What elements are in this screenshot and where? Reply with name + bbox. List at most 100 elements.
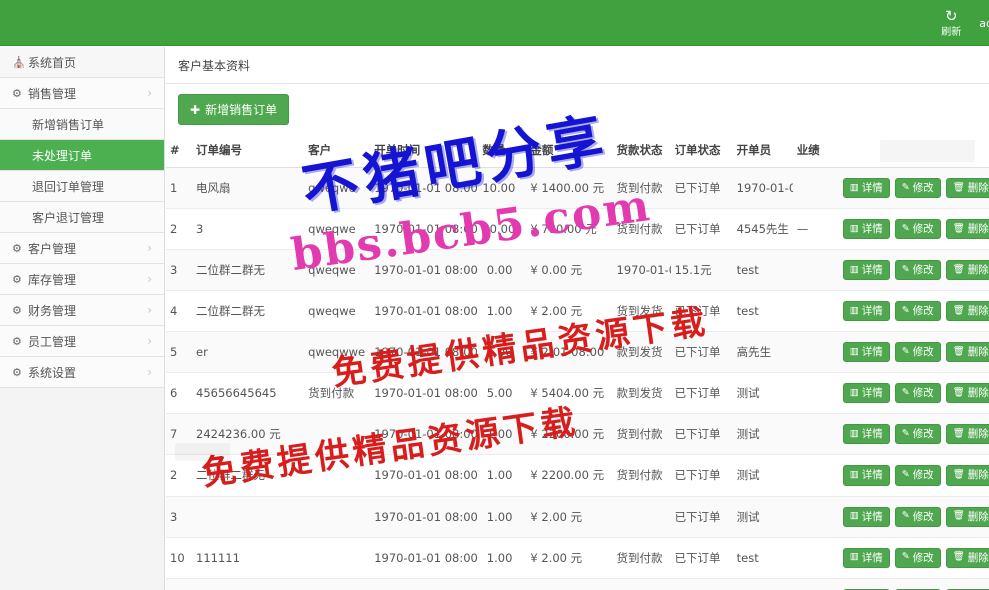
- column-header-quantity[interactable]: 数量: [478, 133, 527, 168]
- cell-index: 7: [166, 413, 193, 456]
- edit-button-label: 修改: [912, 264, 934, 277]
- detail-button[interactable]: ▥详情: [842, 301, 890, 322]
- cell-order-time: 1970-01-01 08:00: [370, 208, 479, 251]
- cell-clerk: 测试: [732, 372, 793, 415]
- detail-button-label: 详情: [861, 387, 883, 400]
- sidebar-item-label: 新增销售订单: [32, 117, 105, 132]
- edit-button-label: 修改: [912, 469, 934, 482]
- user-account-label[interactable]: ad: [979, 17, 989, 30]
- sidebar-item-label: 财务管理: [28, 303, 77, 318]
- table-row[interactable]: 3 1970-01-01 08:00 1.00 ¥ 2.00 元已下订单 测试 ▥ 详情 ✎ 修…: [166, 496, 989, 538]
- edit-button[interactable]: ✎修改: [894, 424, 941, 445]
- edit-button[interactable]: ✎修改: [894, 465, 941, 486]
- sidebar-item-inventory-management[interactable]: ⚙ 库存管理 ›: [0, 264, 164, 295]
- column-header-order-time[interactable]: 开单时间: [370, 133, 479, 168]
- add-sales-order-button[interactable]: ✚ 新增销售订单: [178, 94, 290, 125]
- cell-index: 3: [166, 496, 193, 538]
- cell-order-no: 二位群二群无: [192, 454, 305, 497]
- cell-order-time: 1970-01-01 08:00: [370, 372, 479, 415]
- cell-index: 2: [166, 454, 193, 497]
- detail-button[interactable]: ▥详情: [842, 506, 890, 527]
- detail-button-label: 详情: [861, 346, 883, 359]
- gear-icon: ⚙: [12, 272, 22, 286]
- column-header-order-status[interactable]: 订单状态: [670, 133, 733, 168]
- trash-icon: 🗑: [952, 469, 965, 480]
- detail-button[interactable]: ▥详情: [842, 465, 890, 486]
- delete-button[interactable]: 🗑删除: [945, 260, 989, 281]
- table-row[interactable]: 10 111111 1970-01-01 08:00 1.00 ¥ 2.00 元货到付款…: [166, 537, 989, 579]
- sidebar-item-home[interactable]: ⛪ 系统首页: [0, 47, 164, 78]
- sidebar-item-returned-orders[interactable]: 退回订单管理: [0, 171, 164, 202]
- detail-button[interactable]: ▥详情: [842, 342, 890, 363]
- delete-button[interactable]: 🗑删除: [945, 424, 989, 445]
- delete-button[interactable]: 🗑删除: [945, 178, 989, 199]
- detail-button[interactable]: ▥详情: [842, 260, 890, 281]
- sidebar-item-customer-management[interactable]: ⚙ 客户管理 ›: [0, 233, 164, 264]
- cell-amount: ¥ 39.00 元: [526, 578, 613, 590]
- columns-icon: ▥: [849, 469, 859, 480]
- detail-button[interactable]: ▥详情: [842, 383, 890, 404]
- table-row[interactable]: 6 45656645645 货到付款 1970-01-01 08:00 5.00 ¥ 54…: [166, 372, 989, 415]
- detail-button[interactable]: ▥详情: [842, 547, 890, 568]
- edit-button[interactable]: ✎修改: [894, 219, 941, 240]
- cell-order-time: 1970-01-01 08:00: [370, 249, 479, 292]
- column-header-amount[interactable]: 金额: [526, 133, 613, 168]
- column-header-performance[interactable]: 业绩: [792, 133, 839, 168]
- edit-button[interactable]: ✎修改: [894, 260, 941, 281]
- column-header-order-no[interactable]: 订单编号: [192, 133, 305, 168]
- cell-operations: ▥详情✎修改🗑删除: [838, 578, 989, 590]
- delete-button[interactable]: 🗑删除: [945, 301, 989, 322]
- sidebar-item-staff-management[interactable]: ⚙ 员工管理 ›: [0, 326, 164, 357]
- column-header-payment-status[interactable]: 货款状态: [612, 133, 671, 168]
- cell-order-no: 2424236.00 元: [192, 413, 305, 456]
- detail-button[interactable]: ▥详情: [842, 424, 890, 445]
- sidebar-item-new-sales-order[interactable]: 新增销售订单: [0, 109, 164, 140]
- edit-button[interactable]: ✎修改: [894, 178, 941, 199]
- column-header-customer[interactable]: 客户: [304, 133, 371, 168]
- delete-button[interactable]: 🗑删除: [945, 465, 989, 486]
- columns-icon: ▥: [849, 222, 859, 234]
- sidebar-item-pending-orders[interactable]: 未处理订单: [0, 140, 164, 171]
- orders-table-body: 1 电风扇 qweqwe 1970-01-01 08:00 10.00 ¥ 1400.00…: [166, 167, 989, 590]
- edit-button[interactable]: ✎修改: [894, 301, 941, 322]
- table-row[interactable]: 11111111111 1970-01-01 08:001.00¥ 39.00 元…: [166, 578, 989, 590]
- sidebar-item-sales-management[interactable]: ⚙ 销售管理 ›: [0, 78, 164, 109]
- home-icon: ⛪: [12, 55, 26, 69]
- detail-button[interactable]: ▥详情: [842, 178, 890, 199]
- detail-button-label: 详情: [861, 428, 883, 441]
- cell-index: 11: [166, 578, 193, 590]
- refresh-button[interactable]: ↻ 刷新: [933, 8, 969, 38]
- table-row[interactable]: 3 二位群二群无 qweqwe 1970-01-01 08:00 0.00 ¥ 0.00 …: [166, 249, 989, 292]
- table-row[interactable]: 7 2424236.00 元 1970-01-01 08:00 1.00 ¥ 2200.…: [166, 413, 989, 456]
- sidebar-item-label: 客户管理: [28, 241, 77, 256]
- cell-payment-status: 货到付款: [612, 208, 671, 251]
- table-row[interactable]: 2 二位群二群无 1970-01-01 08:00 1.00 ¥ 2200.00 元货到…: [166, 454, 989, 497]
- columns-icon: ▥: [849, 345, 859, 357]
- delete-button[interactable]: 🗑删除: [945, 383, 989, 404]
- delete-button[interactable]: 🗑删除: [945, 506, 989, 527]
- edit-button[interactable]: ✎修改: [894, 506, 941, 527]
- column-header-clerk[interactable]: 开单员: [732, 133, 793, 168]
- sidebar-item-label: 系统首页: [28, 55, 77, 70]
- trash-icon: 🗑: [952, 304, 965, 316]
- top-bar: ↻ 刷新 ad: [0, 0, 989, 46]
- table-row[interactable]: 4 二位群二群无 qweqwe 1970-01-01 08:00 1.00 ¥ 2.00 …: [166, 290, 989, 333]
- table-row[interactable]: 5 er qweqwwe 1970-01-01 08:00 1.00 ¥ 2-01 08:…: [166, 331, 989, 374]
- table-header-row: # 订单编号 客户 开单时间 数量 金额 货款状态 订单状态 开单员 业绩: [166, 133, 989, 168]
- delete-button[interactable]: 🗑删除: [945, 219, 989, 240]
- sidebar-item-customer-cancellations[interactable]: 客户退订管理: [0, 202, 164, 233]
- delete-button[interactable]: 🗑删除: [945, 342, 989, 363]
- edit-button-label: 修改: [912, 510, 934, 523]
- detail-button[interactable]: ▥详情: [842, 219, 890, 240]
- edit-button-label: 修改: [912, 305, 934, 318]
- table-row[interactable]: 2 3 qweqwe 1970-01-01 08:00 20.00 ¥ 780.00 元货…: [166, 208, 989, 251]
- sidebar-item-system-settings[interactable]: ⚙ 系统设置 ›: [0, 357, 164, 388]
- edit-button[interactable]: ✎修改: [894, 383, 941, 404]
- sidebar-item-finance-management[interactable]: ⚙ 财务管理 ›: [0, 295, 164, 326]
- edit-button[interactable]: ✎修改: [894, 342, 941, 363]
- gear-icon: ⚙: [12, 241, 22, 255]
- edit-button[interactable]: ✎修改: [894, 547, 941, 568]
- delete-button[interactable]: 🗑删除: [945, 547, 989, 568]
- column-header-index[interactable]: #: [166, 133, 193, 168]
- table-row[interactable]: 1 电风扇 qweqwe 1970-01-01 08:00 10.00 ¥ 1400.00…: [166, 167, 989, 210]
